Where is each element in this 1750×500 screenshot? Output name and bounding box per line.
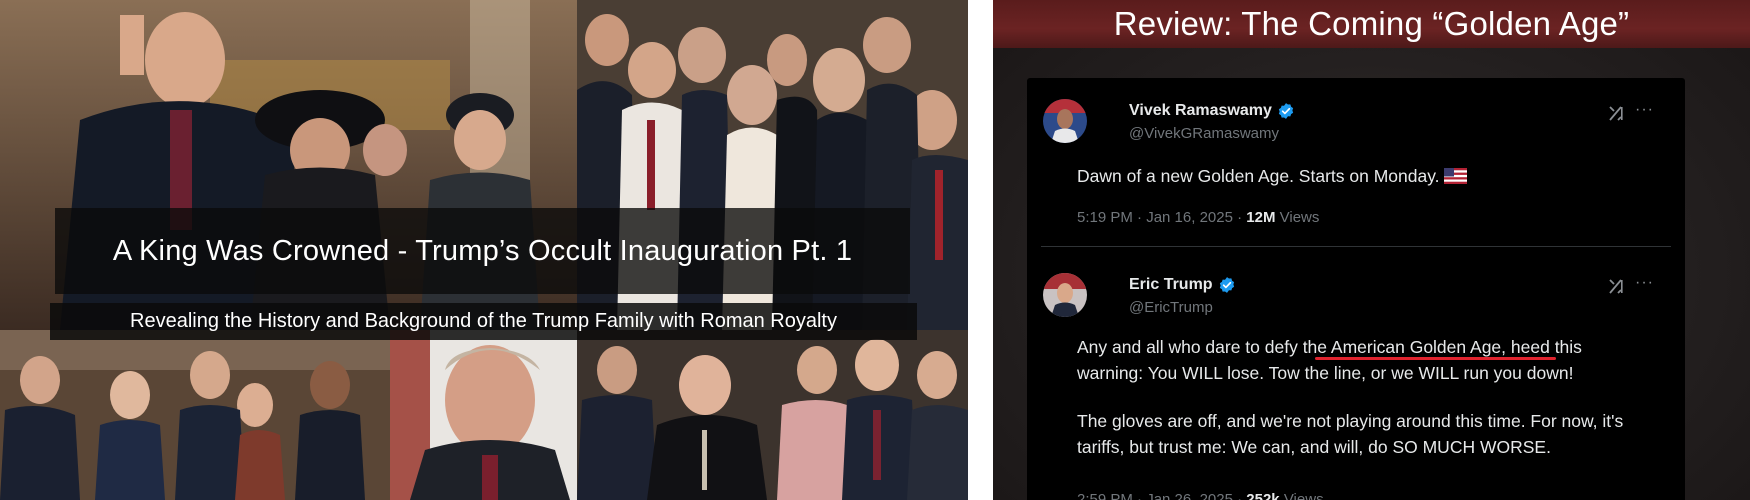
verified-badge-icon	[1278, 103, 1294, 119]
thumbnail-subtitle: Revealing the History and Background of …	[130, 310, 837, 332]
tweet-eric[interactable]: Eric Trump @EricTrump ··· Any and all wh…	[1027, 248, 1685, 500]
video-thumbnail[interactable]: A King Was Crowned - Trump’s Occult Inau…	[0, 0, 968, 500]
photo-clergy-officials	[577, 330, 968, 500]
tweet-meta: 5:19 PM · Jan 16, 2025 · 12M Views	[1077, 209, 1319, 226]
author-row: Vivek Ramaswamy	[1129, 102, 1295, 120]
verified-badge-icon	[1219, 277, 1234, 293]
tweet-text: Dawn of a new Golden Age. Starts on Mond…	[1077, 163, 1649, 189]
us-flag-icon	[1443, 168, 1467, 184]
handle[interactable]: @EricTrump	[1129, 299, 1213, 316]
display-name[interactable]: Eric Trump	[1129, 276, 1213, 294]
timestamp[interactable]: 2:59 PM · Jan 26, 2025 ·	[1077, 491, 1242, 500]
timestamp[interactable]: 5:19 PM · Jan 16, 2025 ·	[1077, 209, 1242, 226]
divider-gap	[968, 0, 993, 500]
thumbnail-title: A King Was Crowned - Trump’s Occult Inau…	[112, 234, 853, 267]
author-row: Eric Trump	[1129, 276, 1236, 294]
tweets-screenshot: Vivek Ramaswamy @VivekGRamaswamy ··· Daw…	[1027, 78, 1685, 500]
photo-speaker	[390, 330, 577, 500]
photo-former-presidents	[0, 330, 390, 500]
tweet-divider	[1041, 246, 1671, 247]
review-banner: Review: The Coming “Golden Age”	[993, 0, 1750, 48]
grok-icon[interactable]	[1607, 277, 1625, 295]
review-panel[interactable]: Review: The Coming “Golden Age” Vivek Ra…	[993, 0, 1750, 500]
views-label: Views	[1283, 491, 1324, 500]
thumbnail-subtitle-band: Revealing the History and Background of …	[50, 303, 917, 340]
more-options-icon[interactable]: ···	[1635, 102, 1655, 122]
more-options-icon[interactable]: ···	[1635, 275, 1655, 295]
grok-icon[interactable]	[1607, 104, 1625, 122]
thumbnail-title-band: A King Was Crowned - Trump’s Occult Inau…	[55, 208, 910, 294]
views-count: 12M	[1246, 209, 1276, 226]
tweet-text: Any and all who dare to defy the America…	[1077, 334, 1649, 460]
tweet-vivek[interactable]: Vivek Ramaswamy @VivekGRamaswamy ··· Daw…	[1027, 78, 1685, 248]
avatar[interactable]	[1043, 99, 1087, 143]
views-label: Views	[1279, 209, 1320, 226]
review-title: Review: The Coming “Golden Age”	[1113, 5, 1630, 42]
tweet-text-underlined: e American Golden Age, heed	[1317, 337, 1550, 357]
tweet-text-part1: Any and all who dare to defy th	[1077, 337, 1318, 357]
views-count: 252k	[1246, 491, 1280, 500]
avatar[interactable]	[1043, 273, 1087, 317]
tweet-text-paragraph-2: The gloves are off, and we're not playin…	[1077, 411, 1624, 457]
tweet-text-body: Dawn of a new Golden Age. Starts on Mond…	[1077, 166, 1440, 186]
tweet-meta: 2:59 PM · Jan 26, 2025 · 252k Views	[1077, 491, 1324, 500]
display-name[interactable]: Vivek Ramaswamy	[1129, 102, 1272, 120]
handle[interactable]: @VivekGRamaswamy	[1129, 125, 1279, 142]
